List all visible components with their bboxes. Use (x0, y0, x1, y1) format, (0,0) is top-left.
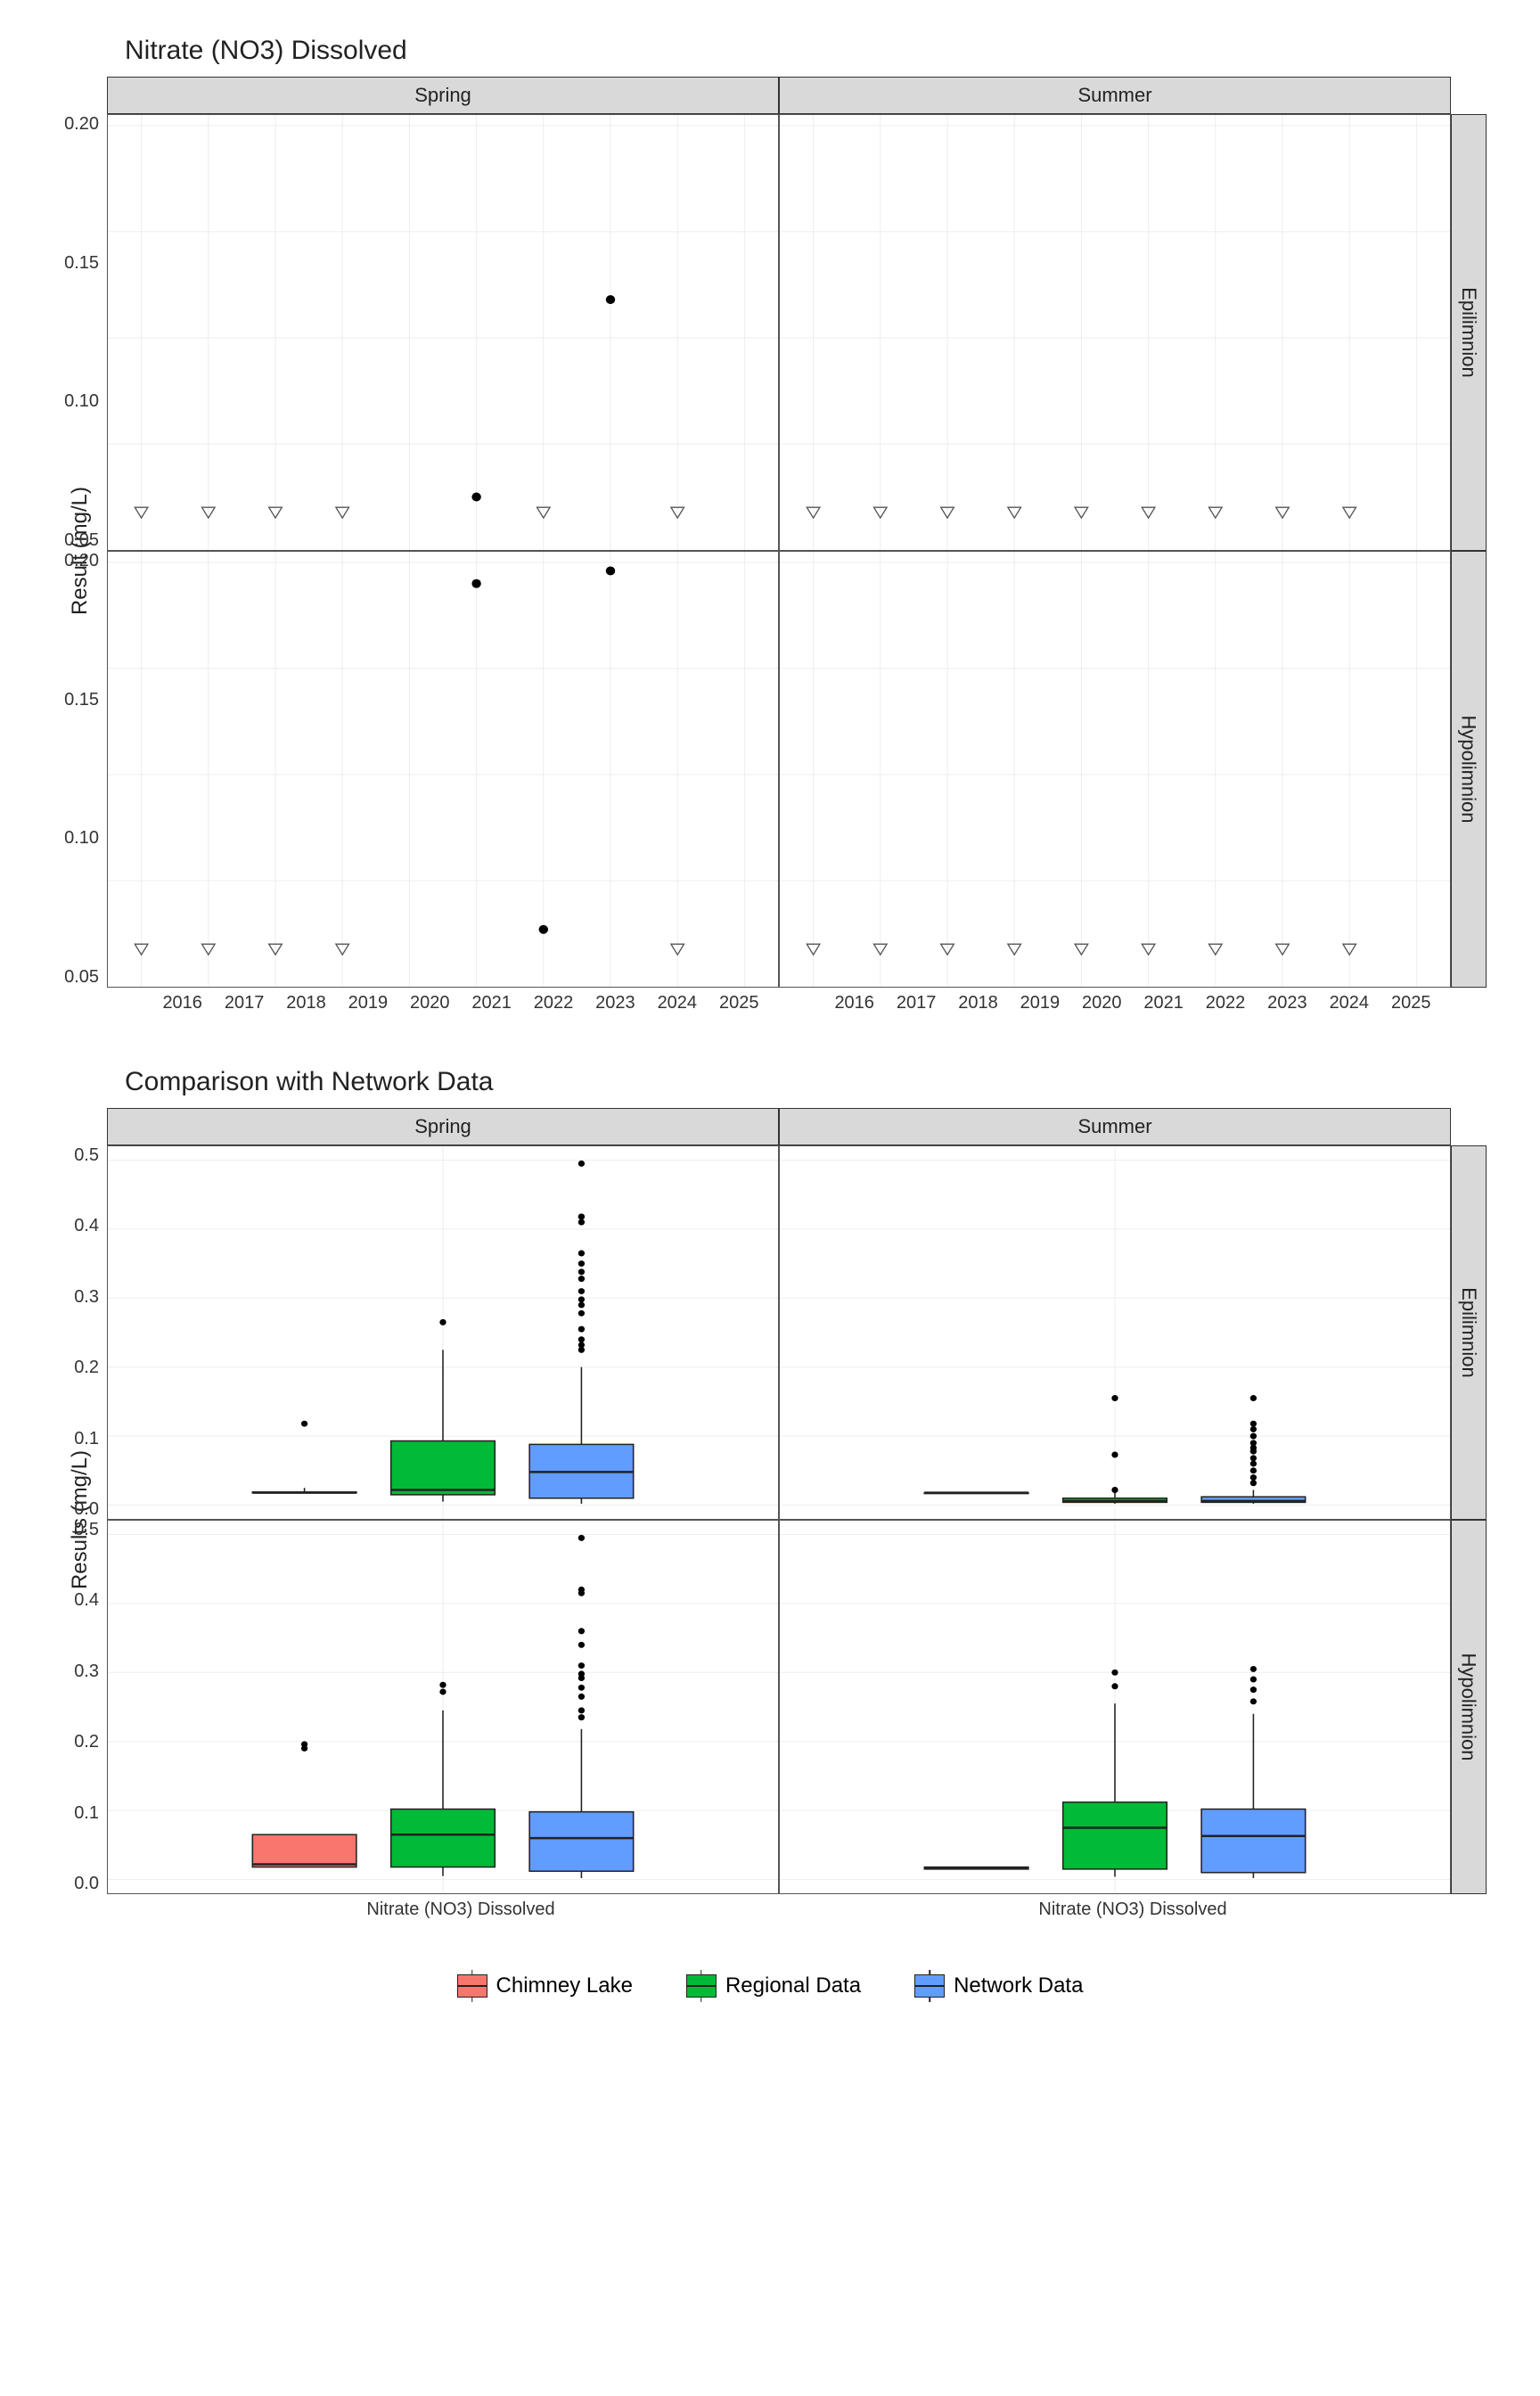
panel-summer-epi (779, 114, 1451, 551)
row-strip-epi: Epilimnion (1451, 1145, 1487, 1520)
legend-key-icon (914, 1974, 945, 1998)
row-strip-hypo: Hypolimnion (1451, 551, 1487, 988)
xaxis-box-spring: Nitrate (NO3) Dissolved (107, 1894, 779, 1920)
legend-item-regional: Regional Data (686, 1973, 861, 1998)
panel-box-spring-epi (107, 1145, 779, 1520)
legend-label: Network Data (954, 1973, 1083, 1998)
col-strip-summer: Summer (779, 77, 1451, 114)
panel-spring-epi (107, 114, 779, 551)
xaxis-box-summer: Nitrate (NO3) Dissolved (779, 1894, 1451, 1920)
legend-item-network: Network Data (914, 1973, 1083, 1998)
boxplot-chart: Comparison with Network Data Results (mg… (53, 1067, 1487, 1920)
legend-key-icon (686, 1974, 717, 1998)
legend-label: Regional Data (725, 1973, 861, 1998)
yaxis-ticks: 0.20 0.15 0.10 0.05 (58, 114, 102, 551)
yaxis-ticks: 0.5 0.4 0.3 0.2 0.1 0.0 (58, 1520, 102, 1894)
xaxis-summer: 2016201720182019202020212022202320242025 (779, 988, 1451, 1013)
panel-summer-hypo (779, 551, 1451, 988)
legend: Chimney Lake Regional Data Network Data (53, 1973, 1487, 1998)
yaxis-ticks: 0.20 0.15 0.10 0.05 (58, 551, 102, 988)
panel-box-summer-hypo (779, 1520, 1451, 1894)
col-strip-spring: Spring (107, 77, 779, 114)
boxplot-title: Comparison with Network Data (125, 1067, 1487, 1097)
xaxis-spring: 2016201720182019202020212022202320242025 (107, 988, 779, 1013)
legend-item-chimney: Chimney Lake (457, 1973, 633, 1998)
row-strip-hypo: Hypolimnion (1451, 1520, 1487, 1894)
col-strip-spring: Spring (107, 1108, 779, 1145)
legend-key-icon (457, 1974, 487, 1998)
col-strip-summer: Summer (779, 1108, 1451, 1145)
timeseries-chart: Nitrate (NO3) Dissolved Result (mg/L) Sp… (53, 36, 1487, 1013)
yaxis-ticks: 0.5 0.4 0.3 0.2 0.1 0.0 (58, 1145, 102, 1520)
panel-spring-hypo (107, 551, 779, 988)
panel-box-spring-hypo (107, 1520, 779, 1894)
timeseries-title: Nitrate (NO3) Dissolved (125, 36, 1487, 66)
panel-box-summer-epi (779, 1145, 1451, 1520)
row-strip-epi: Epilimnion (1451, 114, 1487, 551)
legend-label: Chimney Lake (496, 1973, 633, 1998)
